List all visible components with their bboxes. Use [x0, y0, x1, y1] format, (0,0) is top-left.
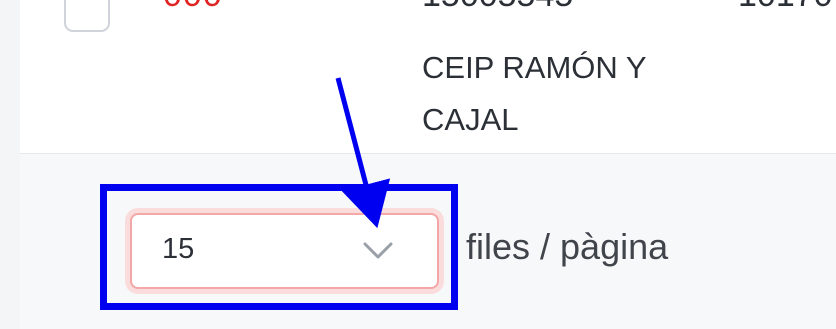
rows-per-page-label: files / pàgina: [466, 226, 669, 267]
page-size-value: 15: [162, 233, 195, 265]
row-id: 15005545: [422, 0, 573, 15]
chevron-down-icon: [363, 242, 393, 259]
table-row[interactable]: 000 15005545 10170 CEIP RAMÓN Y CAJAL: [20, 0, 836, 154]
row-checkbox[interactable]: [64, 0, 110, 32]
row-date: 10170: [738, 0, 833, 15]
row-code: 000: [163, 0, 223, 15]
page-size-select[interactable]: 15: [130, 213, 439, 289]
school-name: CEIP RAMÓN Y CAJAL: [422, 50, 646, 137]
left-gutter: [0, 0, 20, 329]
